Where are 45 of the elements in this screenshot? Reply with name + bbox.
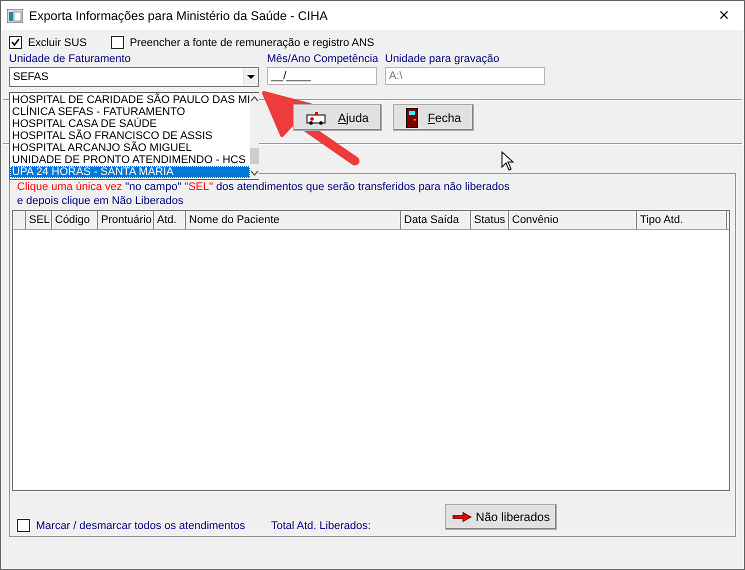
scroll-down-icon[interactable] (250, 170, 260, 176)
checkbox-label: Preencher a fonte de remuneração e registro ANS (130, 36, 374, 48)
scroll-thumb[interactable] (250, 148, 260, 164)
door-icon (406, 108, 418, 128)
dropdown-option[interactable]: HOSPITAL DE CARIDADE SÃO PAULO DAS MI (10, 94, 250, 106)
close-button[interactable]: × (704, 2, 744, 30)
checkbox-label: Marcar / desmarcar todos os atendimentos (36, 520, 246, 532)
checkbox[interactable] (110, 36, 124, 49)
window-icon (7, 8, 23, 22)
total-label: Total Atd. Liberados: (271, 520, 371, 532)
column-header[interactable]: SEL (26, 211, 52, 229)
column-header[interactable]: Nome do Paciente (186, 211, 401, 229)
column-header[interactable]: Prontuário (98, 211, 154, 229)
column-header[interactable]: Status (471, 211, 509, 229)
checkbox[interactable] (17, 519, 30, 532)
ambulance-icon (306, 110, 328, 124)
field-label: Mês/Ano Competência (267, 53, 377, 65)
billing-unit-dropdown[interactable]: SEFAS (9, 67, 259, 87)
column-header[interactable]: Atd. (154, 211, 186, 229)
dropdown-option[interactable]: UNIDADE DE PRONTO ATENDIMENDO - HCS (10, 154, 250, 166)
arrow-icon (452, 512, 472, 522)
column-header[interactable]: Código (52, 211, 98, 229)
dropdown-option[interactable]: HOSPITAL CASA DE SAÚDE (10, 118, 250, 130)
scrollbar[interactable] (250, 93, 260, 179)
instruction-text: e depois clique em Não Liberados (17, 194, 184, 208)
dropdown-option[interactable]: HOSPITAL ARCANJO SÃO MIGUEL (10, 142, 250, 154)
close-form-button[interactable]: Fecha (392, 104, 474, 131)
scroll-up-icon[interactable] (250, 96, 260, 102)
dropdown-option[interactable]: HOSPITAL SÃO FRANCISCO DE ASSIS (10, 130, 250, 142)
checkbox[interactable] (9, 36, 22, 49)
checkbox-label: Excluir SUS (28, 36, 87, 48)
column-header[interactable]: Data Saída (401, 211, 471, 229)
field-label: Unidade de Faturamento (9, 53, 132, 65)
dropdown-option[interactable]: CLÍNICA SEFAS - FATURAMENTO (10, 106, 250, 118)
instruction-text: Clique uma única vez "no campo" "SEL" dos atendimentos que serão transferidos para não liberados (17, 180, 511, 194)
column-header[interactable]: Convênio (509, 211, 637, 229)
help-button[interactable]: Ajuda (293, 104, 382, 131)
competence-field[interactable]: __/____ (267, 67, 377, 85)
dropdown-option[interactable]: UPA 24 HORAS - SANTA MARIA (10, 166, 250, 178)
caret-icon (247, 74, 255, 80)
release-button[interactable]: Não liberados (444, 504, 557, 530)
cursor-icon (501, 151, 514, 171)
window-title: Exporta Informações para Ministério da Saúde - CIHA (29, 8, 328, 22)
field-label: Unidade para gravação (385, 53, 500, 65)
column-header[interactable]: Tipo Atd. (637, 211, 727, 229)
